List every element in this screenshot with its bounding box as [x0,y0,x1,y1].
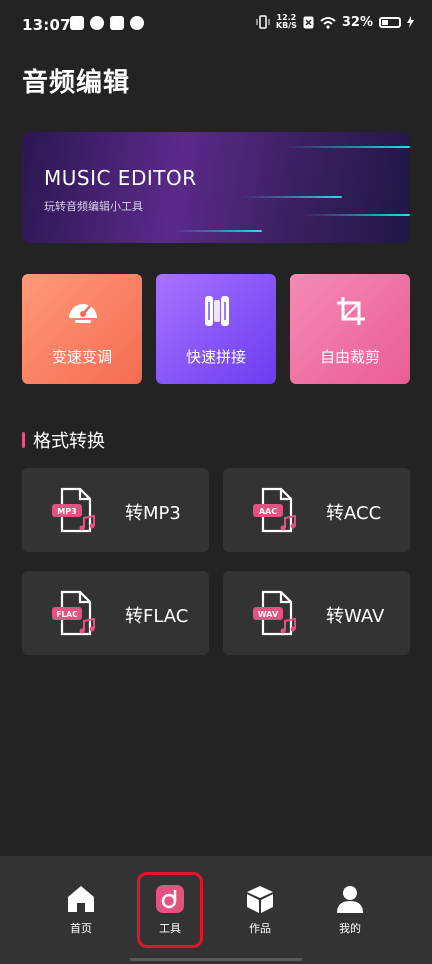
quick-splice-button[interactable]: 快速拼接 [156,274,276,384]
chat-notification-icon [110,16,124,30]
flac-file-icon: FLAC [52,590,95,636]
convert-flac-button[interactable]: FLAC 转FLAC [22,571,209,655]
wav-label: 转WAV [326,606,385,627]
flac-badge: FLAC [56,610,78,619]
nav-works-label: 作品 [249,922,271,935]
home-indicator[interactable] [130,958,302,961]
banner-streak [242,196,342,198]
crop-icon [337,297,365,325]
nav-home[interactable]: 首页 [51,856,111,946]
speed-pitch-label: 变速变调 [51,348,112,366]
status-time: 13:07 [22,16,71,34]
net-speed: 12.2 KB/S [276,14,297,30]
app-notification-icon [70,16,84,30]
speedometer-icon [69,304,97,323]
nav-mine[interactable]: 我的 [320,856,380,946]
flac-label: 转FLAC [125,606,189,627]
page-title: 音频编辑 [22,68,131,98]
banner-streak [302,214,410,216]
net-speed-unit: KB/S [275,21,297,30]
battery-icon [379,16,401,28]
convert-mp3-button[interactable]: MP3 转MP3 [22,468,209,552]
music-editor-banner[interactable]: MUSIC EDITOR 玩转音频编辑小工具 [22,132,410,243]
convert-wav-button[interactable]: WAV 转WAV [223,571,410,655]
active-tab-highlight [137,872,203,948]
wav-file-icon: WAV [253,590,296,636]
free-crop-label: 自由裁剪 [319,348,380,366]
vibrate-icon [256,15,270,29]
convert-aac-button[interactable]: AAC 转ACC [223,468,410,552]
home-icon [68,886,94,912]
bottom-nav: 首页 工具 作品 我的 [0,856,432,964]
mp3-label: 转MP3 [125,503,181,524]
charging-icon [407,16,414,28]
splice-icon [205,296,229,326]
aac-file-icon: AAC [253,487,296,533]
nav-home-label: 首页 [70,922,92,935]
wav-badge: WAV [258,610,279,619]
check-notification-icon [90,16,104,30]
status-right: 12.2 KB/S 32% [256,14,414,30]
banner-subtitle: 玩转音频编辑小工具 [44,200,143,213]
battery-percent: 32% [341,14,373,30]
mp3-badge: MP3 [57,507,76,516]
banner-streak [172,230,262,232]
nav-works[interactable]: 作品 [230,856,290,946]
quick-splice-label: 快速拼接 [185,348,246,366]
user-icon [337,886,363,913]
aac-label: 转ACC [326,503,382,524]
aac-badge: AAC [259,507,277,516]
free-crop-button[interactable]: 自由裁剪 [290,274,410,384]
box-icon [247,886,273,913]
banner-title: MUSIC EDITOR [44,166,197,190]
banner-streak [284,146,410,148]
wifi-icon [320,16,336,29]
sim-icon [303,16,314,28]
speed-pitch-button[interactable]: 变速变调 [22,274,142,384]
notification-icons [70,16,144,30]
wechat-notification-icon [130,16,144,30]
status-bar: 13:07 12.2 KB/S 32% [0,0,432,52]
format-conversion-heading: 格式转换 [22,427,105,453]
mp3-file-icon: MP3 [52,487,95,533]
nav-mine-label: 我的 [339,922,361,935]
tool-grid: 变速变调 快速拼接 自由裁剪 [22,274,410,384]
